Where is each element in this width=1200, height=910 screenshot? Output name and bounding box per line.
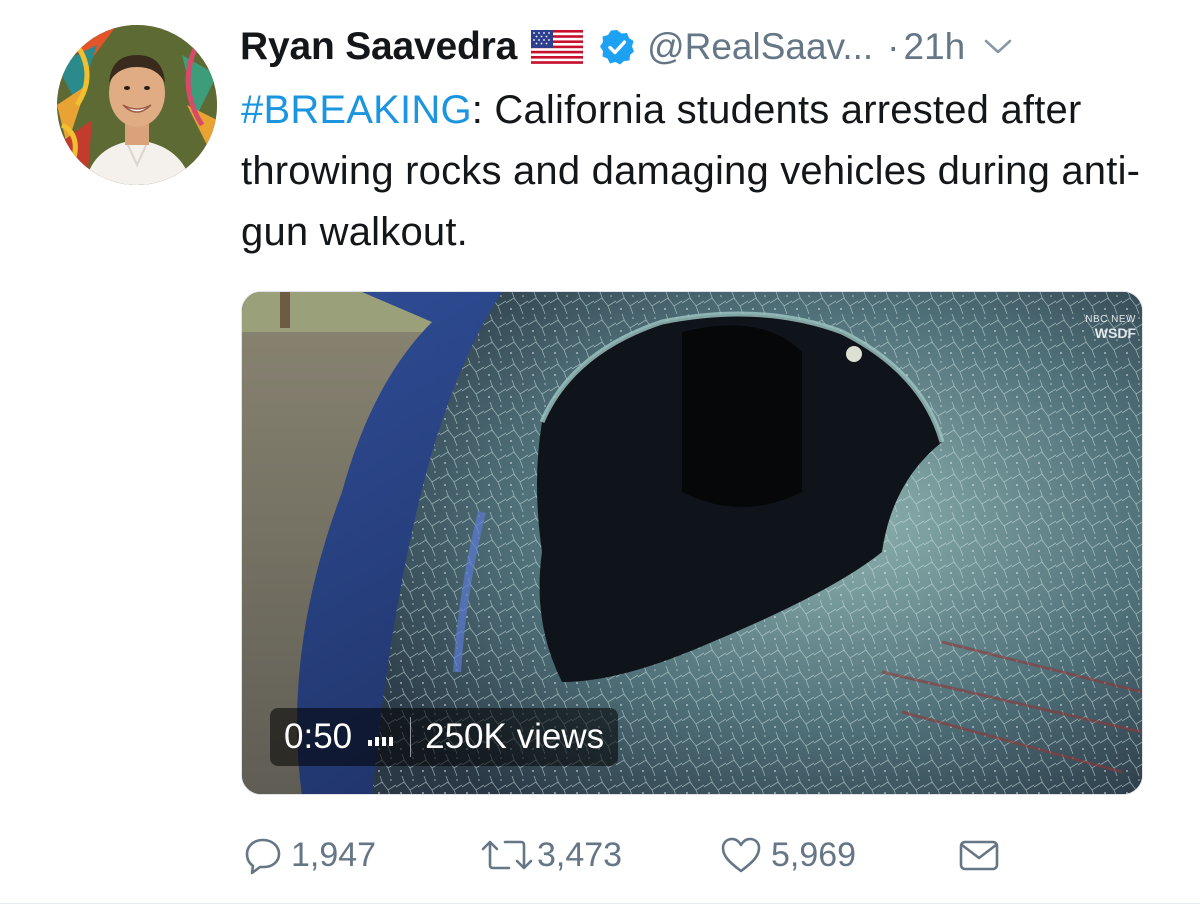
display-name[interactable]: Ryan Saavedra [240,25,517,69]
watermark-station: WSDF [1094,325,1136,341]
retweet-icon [477,835,537,875]
tweet-text: #BREAKING: California students arrested … [241,80,1171,263]
video-duration: 0:50 [284,717,353,756]
retweet-button[interactable]: 3,473 [477,832,622,878]
view-count: 250K views [425,717,605,756]
reply-icon [243,835,283,875]
divider [0,903,1200,904]
overlay-divider [410,717,412,757]
retweet-count: 3,473 [537,835,623,874]
reply-button[interactable]: 1,947 [243,832,376,878]
audio-bars-icon [368,728,396,746]
verified-badge-icon [599,29,635,65]
chevron-down-icon[interactable] [983,37,1013,57]
user-handle[interactable]: @RealSaav... [647,26,873,68]
separator-dot: · [887,26,900,67]
us-flag-icon [530,29,584,65]
hashtag-link[interactable]: #BREAKING [241,88,472,132]
avatar[interactable] [57,25,217,185]
tweet-header: Ryan Saavedra @RealSaav... · 21h [240,22,1160,72]
reply-count: 1,947 [291,835,377,874]
video-info-overlay: 0:50 250K views [270,708,619,766]
video-player[interactable]: NBC NEW WSDF 0:50 250K views [241,291,1143,795]
like-count: 5,969 [771,835,857,874]
tweet-card: Ryan Saavedra @RealSaav... · 21h #BREAKI… [0,0,1200,910]
timestamp[interactable]: 21h [904,26,966,68]
news-watermark: NBC NEW WSDF [1085,314,1136,341]
envelope-icon [957,835,1001,875]
direct-message-button[interactable] [957,832,1001,878]
tweet-actions: 1,947 3,473 5,969 [243,832,1023,878]
heart-icon [719,835,763,875]
like-button[interactable]: 5,969 [719,832,856,878]
